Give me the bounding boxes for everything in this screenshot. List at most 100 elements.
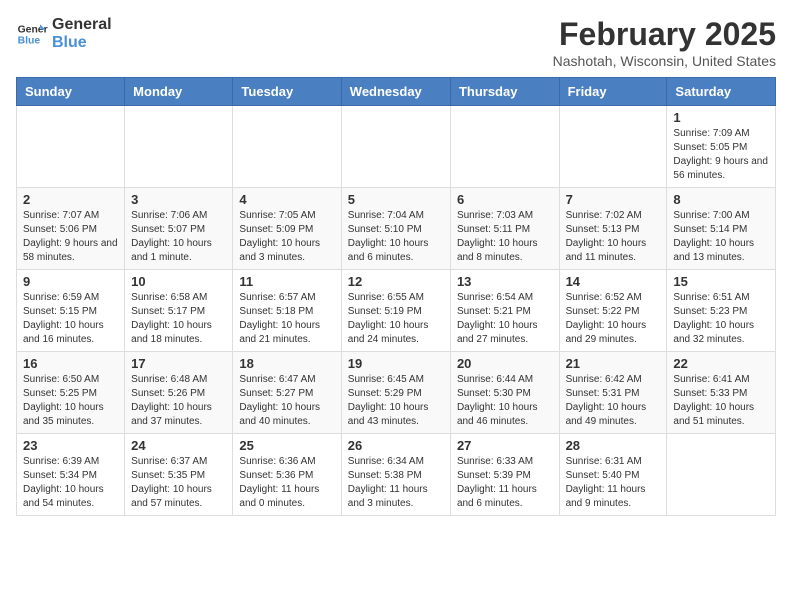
day-info: Sunrise: 6:50 AM Sunset: 5:25 PM Dayligh…: [23, 373, 118, 429]
day-cell: 14 Sunrise: 6:52 AM Sunset: 5:22 PM Dayli…: [559, 270, 667, 352]
day-cell: 6 Sunrise: 7:03 AM Sunset: 5:11 PM Daylig…: [450, 188, 559, 270]
day-cell: 26Sunrise: 6:34 AM Sunset: 5:38 PM Dayli…: [341, 434, 450, 516]
day-number: 8: [673, 192, 769, 207]
day-cell: 15 Sunrise: 6:51 AM Sunset: 5:23 PM Dayli…: [667, 270, 776, 352]
day-info: Sunrise: 6:36 AM Sunset: 5:36 PM Dayligh…: [239, 455, 334, 511]
day-number: 15: [673, 274, 769, 289]
weekday-header-friday: Friday: [559, 78, 667, 106]
day-info: Sunrise: 6:39 AM Sunset: 5:34 PM Dayligh…: [23, 455, 118, 511]
day-cell: 4 Sunrise: 7:05 AM Sunset: 5:09 PM Daylig…: [233, 188, 341, 270]
day-number: 27: [457, 438, 553, 453]
logo-blue-text: Blue: [52, 34, 112, 52]
day-info: Sunrise: 7:05 AM Sunset: 5:09 PM Dayligh…: [239, 209, 334, 265]
day-cell: 9 Sunrise: 6:59 AM Sunset: 5:15 PM Daylig…: [17, 270, 125, 352]
day-info: Sunrise: 6:42 AM Sunset: 5:31 PM Dayligh…: [566, 373, 661, 429]
day-info: Sunrise: 7:03 AM Sunset: 5:11 PM Dayligh…: [457, 209, 553, 265]
day-info: Sunrise: 6:59 AM Sunset: 5:15 PM Dayligh…: [23, 291, 118, 347]
day-info: Sunrise: 6:54 AM Sunset: 5:21 PM Dayligh…: [457, 291, 553, 347]
svg-text:Blue: Blue: [18, 35, 41, 46]
day-info: Sunrise: 6:55 AM Sunset: 5:19 PM Dayligh…: [348, 291, 444, 347]
day-cell: 1 Sunrise: 7:09 AM Sunset: 5:05 PM Daylig…: [667, 106, 776, 188]
day-info: Sunrise: 7:02 AM Sunset: 5:13 PM Dayligh…: [566, 209, 661, 265]
day-cell: [341, 106, 450, 188]
day-number: 9: [23, 274, 118, 289]
month-title: February 2025: [553, 16, 776, 53]
day-cell: 5 Sunrise: 7:04 AM Sunset: 5:10 PM Daylig…: [341, 188, 450, 270]
day-number: 17: [131, 356, 226, 371]
day-info: Sunrise: 7:09 AM Sunset: 5:05 PM Dayligh…: [673, 127, 769, 183]
day-info: Sunrise: 6:58 AM Sunset: 5:17 PM Dayligh…: [131, 291, 226, 347]
day-cell: 10 Sunrise: 6:58 AM Sunset: 5:17 PM Dayli…: [125, 270, 233, 352]
weekday-header-row: SundayMondayTuesdayWednesdayThursdayFrid…: [17, 78, 776, 106]
day-number: 25: [239, 438, 334, 453]
day-info: Sunrise: 6:41 AM Sunset: 5:33 PM Dayligh…: [673, 373, 769, 429]
day-info: Sunrise: 6:48 AM Sunset: 5:26 PM Dayligh…: [131, 373, 226, 429]
day-cell: 2 Sunrise: 7:07 AM Sunset: 5:06 PM Daylig…: [17, 188, 125, 270]
day-cell: 28 Sunrise: 6:31 AM Sunset: 5:40 PM Dayli…: [559, 434, 667, 516]
day-info: Sunrise: 6:47 AM Sunset: 5:27 PM Dayligh…: [239, 373, 334, 429]
page-header: General Blue General Blue February 2025 …: [16, 16, 776, 69]
week-row-1: 1 Sunrise: 7:09 AM Sunset: 5:05 PM Daylig…: [17, 106, 776, 188]
calendar-table: SundayMondayTuesdayWednesdayThursdayFrid…: [16, 77, 776, 516]
day-cell: 19 Sunrise: 6:45 AM Sunset: 5:29 PM Dayli…: [341, 352, 450, 434]
weekday-header-wednesday: Wednesday: [341, 78, 450, 106]
day-info: Sunrise: 6:52 AM Sunset: 5:22 PM Dayligh…: [566, 291, 661, 347]
day-info: Sunrise: 7:07 AM Sunset: 5:06 PM Dayligh…: [23, 209, 118, 265]
day-number: 18: [239, 356, 334, 371]
day-number: 3: [131, 192, 226, 207]
day-cell: 20 Sunrise: 6:44 AM Sunset: 5:30 PM Dayli…: [450, 352, 559, 434]
title-area: February 2025 Nashotah, Wisconsin, Unite…: [553, 16, 776, 69]
day-info: Sunrise: 6:45 AM Sunset: 5:29 PM Dayligh…: [348, 373, 444, 429]
day-info: Sunrise: 7:00 AM Sunset: 5:14 PM Dayligh…: [673, 209, 769, 265]
day-number: 19: [348, 356, 444, 371]
day-info: Sunrise: 6:51 AM Sunset: 5:23 PM Dayligh…: [673, 291, 769, 347]
day-number: 24: [131, 438, 226, 453]
day-number: 21: [566, 356, 661, 371]
day-info: Sunrise: 6:44 AM Sunset: 5:30 PM Dayligh…: [457, 373, 553, 429]
day-cell: 8 Sunrise: 7:00 AM Sunset: 5:14 PM Daylig…: [667, 188, 776, 270]
day-number: 11: [239, 274, 334, 289]
weekday-header-monday: Monday: [125, 78, 233, 106]
weekday-header-tuesday: Tuesday: [233, 78, 341, 106]
logo: General Blue General Blue: [16, 16, 112, 51]
week-row-2: 2 Sunrise: 7:07 AM Sunset: 5:06 PM Daylig…: [17, 188, 776, 270]
day-number: 23: [23, 438, 118, 453]
day-info: Sunrise: 7:04 AM Sunset: 5:10 PM Dayligh…: [348, 209, 444, 265]
week-row-5: 23 Sunrise: 6:39 AM Sunset: 5:34 PM Dayli…: [17, 434, 776, 516]
day-cell: 24 Sunrise: 6:37 AM Sunset: 5:35 PM Dayli…: [125, 434, 233, 516]
weekday-header-sunday: Sunday: [17, 78, 125, 106]
day-number: 28: [566, 438, 661, 453]
day-cell: [233, 106, 341, 188]
day-number: 2: [23, 192, 118, 207]
day-number: 6: [457, 192, 553, 207]
day-number: 10: [131, 274, 226, 289]
day-cell: 17 Sunrise: 6:48 AM Sunset: 5:26 PM Dayli…: [125, 352, 233, 434]
day-number: 20: [457, 356, 553, 371]
location-text: Nashotah, Wisconsin, United States: [553, 53, 776, 69]
day-cell: [125, 106, 233, 188]
day-cell: [559, 106, 667, 188]
day-cell: 18 Sunrise: 6:47 AM Sunset: 5:27 PM Dayli…: [233, 352, 341, 434]
day-number: 16: [23, 356, 118, 371]
day-info: Sunrise: 6:37 AM Sunset: 5:35 PM Dayligh…: [131, 455, 226, 511]
weekday-header-thursday: Thursday: [450, 78, 559, 106]
day-info: Sunrise: 6:33 AM Sunset: 5:39 PM Dayligh…: [457, 455, 553, 511]
day-number: 1: [673, 110, 769, 125]
day-info: Sunrise: 7:06 AM Sunset: 5:07 PM Dayligh…: [131, 209, 226, 265]
day-number: 4: [239, 192, 334, 207]
day-number: 5: [348, 192, 444, 207]
weekday-header-saturday: Saturday: [667, 78, 776, 106]
week-row-3: 9 Sunrise: 6:59 AM Sunset: 5:15 PM Daylig…: [17, 270, 776, 352]
day-cell: 11Sunrise: 6:57 AM Sunset: 5:18 PM Dayli…: [233, 270, 341, 352]
day-number: 14: [566, 274, 661, 289]
day-cell: 16 Sunrise: 6:50 AM Sunset: 5:25 PM Dayli…: [17, 352, 125, 434]
day-number: 26: [348, 438, 444, 453]
logo-icon: General Blue: [16, 18, 48, 50]
day-cell: 12 Sunrise: 6:55 AM Sunset: 5:19 PM Dayli…: [341, 270, 450, 352]
day-cell: 3 Sunrise: 7:06 AM Sunset: 5:07 PM Daylig…: [125, 188, 233, 270]
day-cell: 27 Sunrise: 6:33 AM Sunset: 5:39 PM Dayli…: [450, 434, 559, 516]
day-number: 12: [348, 274, 444, 289]
logo-general-text: General: [52, 16, 112, 34]
week-row-4: 16 Sunrise: 6:50 AM Sunset: 5:25 PM Dayli…: [17, 352, 776, 434]
day-info: Sunrise: 6:31 AM Sunset: 5:40 PM Dayligh…: [566, 455, 661, 511]
